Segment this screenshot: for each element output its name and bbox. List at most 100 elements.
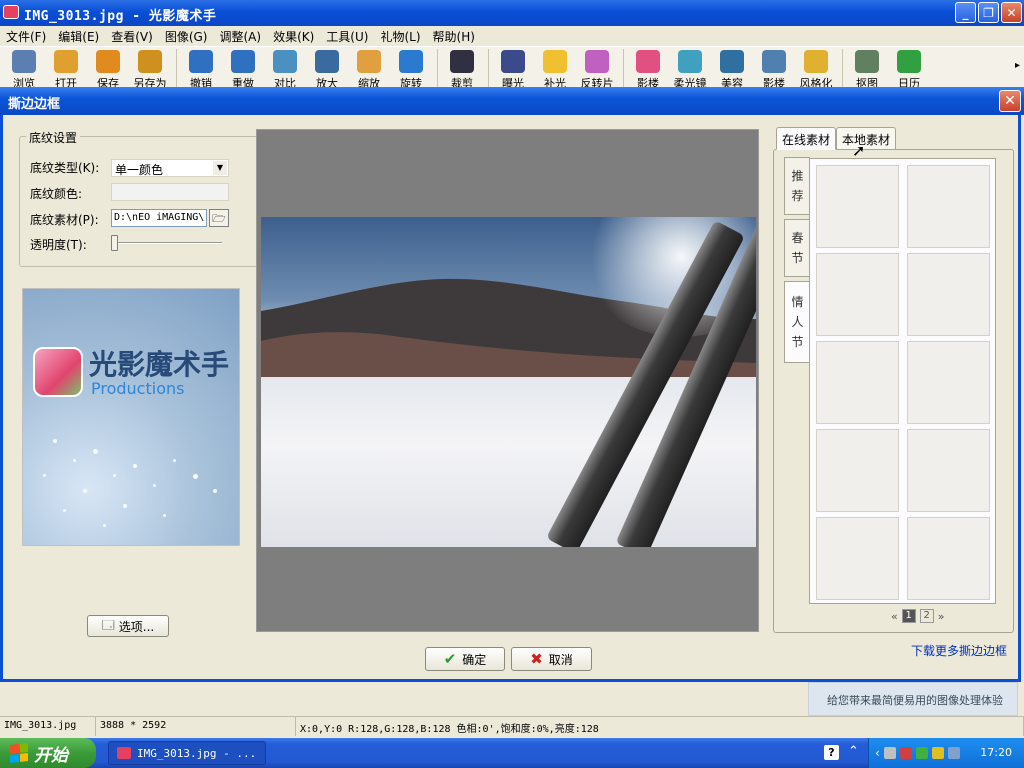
category-tab[interactable]: 推荐 bbox=[784, 157, 810, 215]
app-tray-icon[interactable] bbox=[947, 747, 960, 759]
crop-icon bbox=[450, 50, 474, 73]
network-icon[interactable] bbox=[883, 747, 896, 759]
toolbar-button-exposure[interactable]: 曝光 bbox=[493, 47, 533, 90]
ok-button[interactable]: ✔ 确定 bbox=[425, 647, 505, 671]
menu-item[interactable]: 礼物(L) bbox=[374, 26, 426, 46]
eye-icon bbox=[12, 50, 36, 73]
toolbar-button-folder-open[interactable]: 打开 bbox=[46, 47, 86, 90]
start-button[interactable]: 开始 bbox=[0, 738, 96, 768]
category-tab[interactable]: 情人节 bbox=[784, 281, 810, 363]
options-button[interactable]: 🗔 选项... bbox=[87, 615, 169, 637]
toolbar-button-resize[interactable]: 缩放 bbox=[349, 47, 389, 90]
menu-item[interactable]: 帮助(H) bbox=[427, 26, 481, 46]
toolbar-button-zoom-in[interactable]: 放大 bbox=[307, 47, 347, 90]
dialog-title-bar[interactable]: 撕边边框 ✕ bbox=[0, 87, 1024, 115]
material-thumbnail[interactable] bbox=[907, 341, 990, 424]
material-thumbnail[interactable] bbox=[816, 429, 899, 512]
material-thumbnail[interactable] bbox=[907, 429, 990, 512]
taskbar-app-item[interactable]: IMG_3013.jpg - ... bbox=[108, 741, 266, 765]
dialog-close-button[interactable]: ✕ bbox=[999, 90, 1021, 112]
options-icon: 🗔 bbox=[101, 617, 115, 632]
toolbar-button-redo[interactable]: 重做 bbox=[223, 47, 263, 90]
tab-online-material[interactable]: 在线素材 bbox=[776, 127, 837, 150]
texture-color-picker[interactable] bbox=[111, 183, 229, 201]
menu-item[interactable]: 调整(A) bbox=[213, 26, 267, 46]
texture-type-select[interactable]: 单一颜色 ▼ bbox=[111, 159, 229, 177]
pager-page-button[interactable]: 2 bbox=[919, 609, 934, 623]
toolbar-button-save[interactable]: 保存 bbox=[88, 47, 128, 90]
pager-page-button[interactable]: 1 bbox=[901, 609, 916, 623]
menu-item[interactable]: 效果(K) bbox=[267, 26, 320, 46]
app-logo-icon bbox=[33, 347, 83, 397]
toolbar-button-undo[interactable]: 撤销 bbox=[181, 47, 221, 90]
toolbar-button-crop[interactable]: 裁剪 bbox=[442, 47, 482, 90]
browse-folder-button[interactable]: 🗁 bbox=[209, 209, 229, 227]
material-thumbnail-grid bbox=[809, 158, 996, 604]
main-title-bar[interactable]: IMG_3013.jpg - 光影魔术手 _ ❐ ✕ bbox=[0, 0, 1024, 26]
menu-item[interactable]: 工具(U) bbox=[320, 26, 374, 46]
toolbar-separator bbox=[842, 49, 843, 89]
menu-item[interactable]: 图像(G) bbox=[159, 26, 214, 46]
pager-next-button[interactable]: » bbox=[938, 610, 945, 623]
security-icon[interactable] bbox=[899, 747, 912, 759]
photo-preview bbox=[261, 217, 756, 547]
opacity-slider-thumb[interactable] bbox=[111, 235, 118, 251]
toolbar-button-eye[interactable]: 浏览 bbox=[4, 47, 44, 90]
tab-local-material[interactable]: 本地素材 bbox=[836, 127, 897, 149]
menu-item[interactable]: 编辑(E) bbox=[52, 26, 105, 46]
toolbar-button-cutout[interactable]: 抠图 bbox=[847, 47, 887, 90]
chevron-down-icon[interactable]: ▼ bbox=[213, 161, 227, 175]
volume-icon[interactable] bbox=[931, 747, 944, 759]
material-thumbnail[interactable] bbox=[816, 165, 899, 248]
pager-prev-button[interactable]: « bbox=[891, 610, 898, 623]
texture-type-label: 底纹类型(K): bbox=[30, 161, 100, 175]
chevron-up-icon[interactable]: ⌃ bbox=[848, 744, 859, 759]
texture-material-path-input[interactable]: D:\nEO iMAGING\ bbox=[111, 209, 207, 227]
minimize-button[interactable]: _ bbox=[955, 2, 976, 23]
status-pixel-info: X:0,Y:0 R:128,G:128,B:128 色相:0',饱和度:0%,亮… bbox=[296, 717, 1024, 736]
menu-item[interactable]: 查看(V) bbox=[105, 26, 159, 46]
toolbar-button-fill-light[interactable]: 补光 bbox=[535, 47, 575, 90]
toolbar-button-studio[interactable]: 影楼 bbox=[754, 47, 794, 90]
toolbar-separator bbox=[437, 49, 438, 89]
beauty-face-icon bbox=[720, 50, 744, 73]
material-thumbnail[interactable] bbox=[907, 517, 990, 600]
system-tray: ‹ 17:20 bbox=[868, 738, 1024, 768]
menu-item[interactable]: 文件(F) bbox=[0, 26, 52, 46]
toolbar-button-color-wheel[interactable]: 影楼 bbox=[628, 47, 668, 90]
opacity-slider-track[interactable] bbox=[114, 242, 222, 244]
restore-button[interactable]: ❐ bbox=[978, 2, 999, 23]
clock[interactable]: 17:20 bbox=[980, 746, 1012, 759]
help-icon[interactable]: ? bbox=[824, 745, 839, 760]
toolbar-button-stylize[interactable]: 风格化 bbox=[796, 47, 836, 90]
cancel-button[interactable]: ✖ 取消 bbox=[511, 647, 592, 671]
toolbar-button-rotate[interactable]: 旋转 bbox=[391, 47, 431, 90]
material-thumbnail[interactable] bbox=[816, 517, 899, 600]
menu-bar: 文件(F) 编辑(E) 查看(V) 图像(G) 调整(A) 效果(K) 工具(U) 礼物(L)… bbox=[0, 26, 1024, 46]
logo-title-en: Productions bbox=[91, 379, 185, 398]
window-close-button[interactable]: ✕ bbox=[1001, 2, 1022, 23]
material-thumbnail[interactable] bbox=[816, 253, 899, 336]
toolbar-button-calendar[interactable]: 日历 bbox=[889, 47, 929, 90]
material-thumbnail[interactable] bbox=[907, 165, 990, 248]
toolbar-button-save-as[interactable]: 另存为 bbox=[130, 47, 170, 90]
toolbar-button-reversal-film[interactable]: 反转片 bbox=[577, 47, 617, 90]
material-thumbnail[interactable] bbox=[816, 341, 899, 424]
folder-open-icon: 🗁 bbox=[212, 212, 226, 225]
sparkle-decoration bbox=[213, 489, 217, 493]
category-tab-char: 荐 bbox=[791, 189, 804, 203]
input-method-icon[interactable] bbox=[915, 747, 928, 759]
exposure-icon bbox=[501, 50, 525, 73]
download-more-link[interactable]: 下载更多撕边边框 bbox=[911, 642, 1007, 659]
category-tab-char: 节 bbox=[791, 251, 804, 265]
material-thumbnail[interactable] bbox=[907, 253, 990, 336]
undo-icon bbox=[189, 50, 213, 73]
toolbar-overflow-icon[interactable]: ▸ bbox=[1015, 60, 1020, 71]
toolbar-button-beauty-face[interactable]: 美容 bbox=[712, 47, 752, 90]
tray-expand-icon[interactable]: ‹ bbox=[875, 746, 880, 760]
toolbar-button-compare[interactable]: 对比 bbox=[265, 47, 305, 90]
sparkle-decoration bbox=[103, 524, 106, 527]
category-tab[interactable]: 春节 bbox=[784, 219, 810, 277]
toolbar-button-soft-light[interactable]: 柔光镜 bbox=[670, 47, 710, 90]
toolbar-separator bbox=[176, 49, 177, 89]
